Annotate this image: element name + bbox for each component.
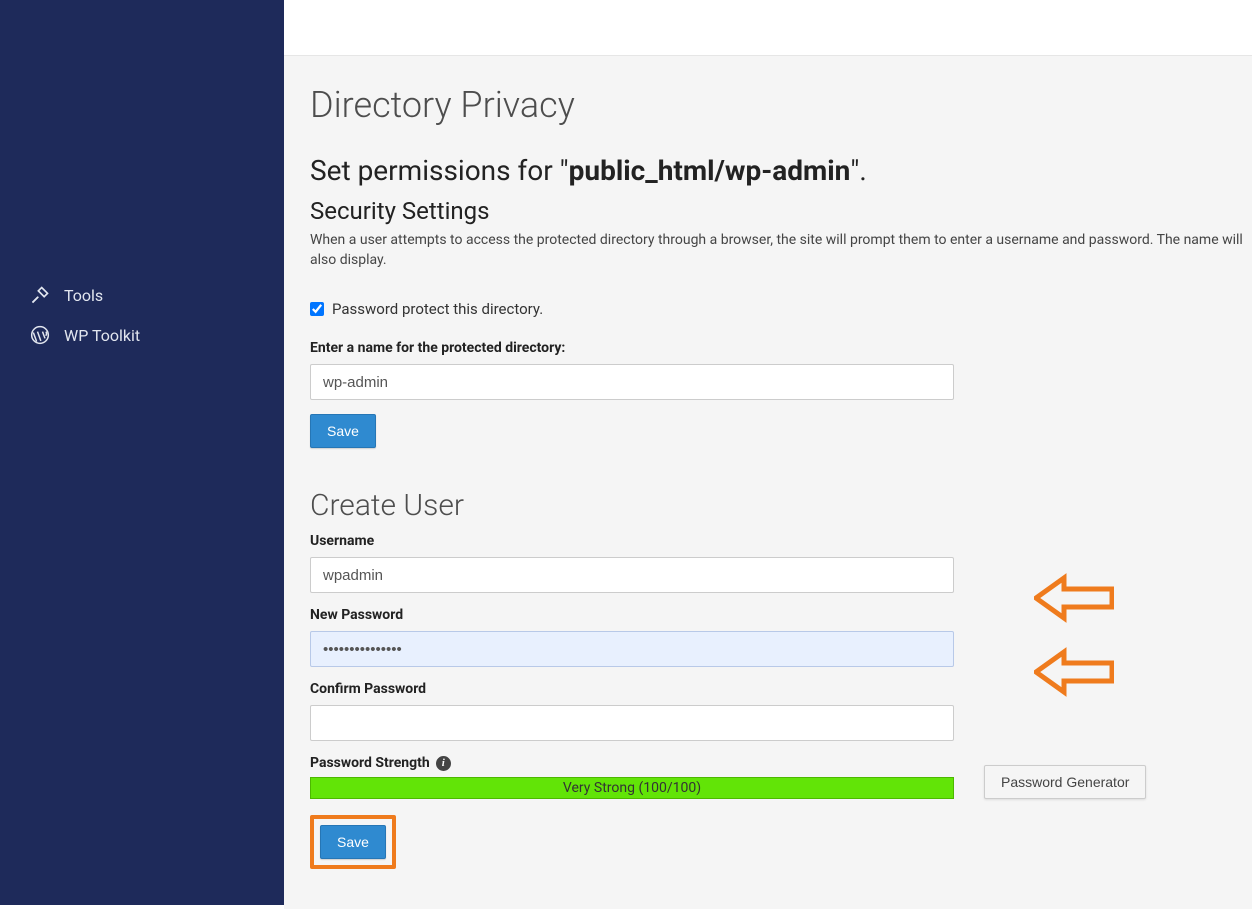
create-user-heading: Create User: [310, 488, 1252, 523]
main-content: Directory Privacy Set permissions for "p…: [284, 0, 1252, 905]
security-heading: Security Settings: [310, 197, 1252, 225]
security-save-button[interactable]: Save: [310, 414, 376, 448]
arrow-annotation-icon: [1034, 573, 1114, 623]
password-protect-label: Password protect this directory.: [332, 300, 543, 318]
strength-label: Password Strength: [310, 755, 430, 771]
security-description: When a user attempts to access the prote…: [310, 231, 1252, 270]
page-title: Directory Privacy: [310, 84, 1252, 126]
sidebar: Tools WP Toolkit: [0, 0, 284, 905]
arrow-annotation-icon: [1034, 647, 1114, 697]
wordpress-icon: [30, 325, 50, 345]
username-label: Username: [310, 533, 1252, 549]
sidebar-item-label: WP Toolkit: [64, 326, 140, 345]
tools-icon: [30, 285, 50, 305]
subtitle-path: public_html/wp-admin: [569, 154, 851, 187]
sidebar-item-tools[interactable]: Tools: [0, 275, 284, 315]
confirm-input[interactable]: [310, 705, 954, 741]
sidebar-item-wp-toolkit[interactable]: WP Toolkit: [0, 315, 284, 355]
sidebar-item-label: Tools: [64, 286, 103, 305]
info-icon[interactable]: i: [436, 756, 451, 771]
username-input[interactable]: [310, 557, 954, 593]
subtitle: Set permissions for "public_html/wp-admi…: [310, 154, 1252, 187]
password-generator-button[interactable]: Password Generator: [984, 765, 1146, 799]
password-protect-checkbox[interactable]: [310, 302, 324, 316]
create-user-save-button[interactable]: Save: [320, 825, 386, 859]
save-highlight: Save: [310, 815, 396, 869]
dirname-label: Enter a name for the protected directory…: [310, 340, 1252, 356]
newpass-input[interactable]: [310, 631, 954, 667]
topbar: [284, 0, 1252, 56]
strength-bar: Very Strong (100/100): [310, 777, 954, 799]
dirname-input[interactable]: [310, 364, 954, 400]
